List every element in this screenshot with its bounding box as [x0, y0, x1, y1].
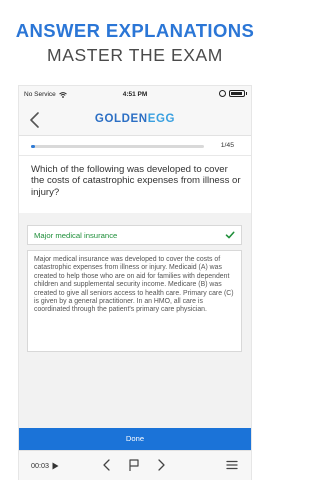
explanation-card: Major medical insurance was developed to…: [27, 250, 242, 352]
timer-value: 00:03: [31, 461, 49, 470]
app-logo: GOLDENEGG: [19, 113, 251, 125]
nav-bar: GOLDENEGG: [19, 104, 251, 136]
status-time: 4:51 PM: [122, 91, 148, 98]
logo-golden: GOLDEN: [94, 113, 148, 125]
battery-icon: [228, 90, 245, 97]
progress-label: 1/45: [220, 142, 234, 149]
question-text: Which of the following was developed to …: [31, 164, 241, 198]
next-question-icon[interactable]: [154, 458, 168, 472]
checkmark-icon: [225, 231, 235, 239]
device-screen: No Service 4:51 PM GOLDENEGG 1/45 Which …: [19, 86, 251, 480]
promo-subtitle: MASTER THE EXAM: [47, 45, 223, 65]
menu-icon[interactable]: [225, 458, 239, 472]
answer-text: Major medical insurance: [34, 231, 118, 240]
answer-option-correct[interactable]: Major medical insurance: [27, 225, 242, 245]
status-right: [218, 90, 247, 97]
logo-egg: EGG: [147, 113, 176, 125]
timer[interactable]: 00:03: [31, 461, 59, 470]
status-bar: No Service 4:51 PM: [19, 86, 251, 104]
progress-area: 1/45: [19, 136, 251, 156]
done-button[interactable]: Done: [19, 428, 251, 450]
flag-icon[interactable]: [127, 458, 141, 472]
bottom-toolbar: 00:03: [19, 450, 251, 480]
rotation-lock-icon: [218, 90, 226, 97]
promo-title: ANSWER EXPLANATIONS: [15, 20, 255, 41]
play-icon[interactable]: [52, 462, 59, 470]
promo-header: ANSWER EXPLANATIONS MASTER THE EXAM: [0, 0, 270, 86]
previous-question-icon[interactable]: [100, 458, 114, 472]
battery-nub: [245, 92, 247, 95]
progress-fill: [31, 145, 35, 148]
progress-track: [31, 145, 204, 148]
explanation-text: Major medical insurance was developed to…: [34, 256, 234, 314]
